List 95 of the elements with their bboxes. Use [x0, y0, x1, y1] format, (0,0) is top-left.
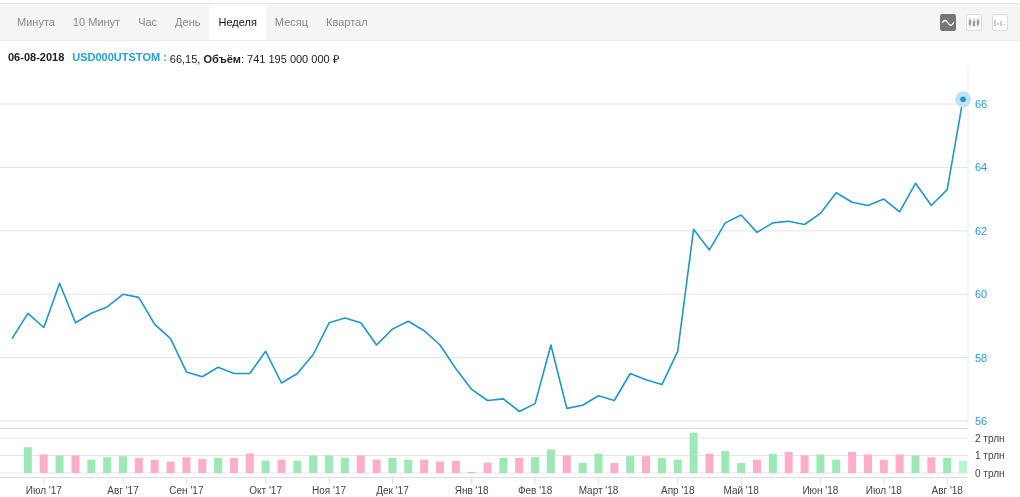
volume-bar	[705, 453, 714, 473]
axis-label: 58	[975, 351, 988, 364]
volume-bar	[673, 459, 682, 473]
axis-label: Янв '18	[454, 485, 489, 496]
volume-bar	[911, 455, 920, 473]
volume-bar	[626, 456, 635, 473]
volume-bar	[372, 459, 381, 473]
volume-bar	[309, 455, 318, 473]
hover-marker	[955, 91, 972, 108]
volume-bar	[895, 454, 904, 473]
volume-bar	[325, 455, 334, 473]
axis-label: Июл '18	[865, 485, 902, 496]
volume-bar	[198, 459, 207, 473]
volume-bar	[499, 457, 508, 473]
volume-bar	[55, 455, 64, 473]
volume-bar	[404, 459, 413, 473]
volume-bar	[737, 463, 746, 473]
axis-label: 60	[975, 288, 988, 301]
volume-bar	[848, 452, 857, 473]
volume-bar	[562, 455, 571, 473]
volume-bar	[420, 459, 429, 473]
volume-bar	[229, 457, 238, 473]
volume-bar	[863, 454, 872, 473]
axis-label: Авг '17	[107, 485, 139, 496]
volume-bar	[436, 461, 444, 473]
volume-bar	[879, 459, 888, 473]
period-tab[interactable]: Неделя	[209, 4, 266, 40]
axis-label: Дек '17	[376, 485, 409, 496]
axis-label: 2 трлн	[975, 433, 1005, 444]
volume-bar	[927, 457, 936, 473]
volume-bar	[119, 456, 127, 473]
volume-bar	[657, 457, 666, 473]
candlestick-icon	[968, 16, 980, 28]
volume-bar	[166, 461, 175, 473]
axis-label: 62	[975, 224, 988, 237]
volume-bar	[594, 453, 603, 473]
volume-bar	[610, 463, 619, 473]
volume-bar	[784, 452, 793, 473]
price-volume-text: 66,15, Объём: 741 195 000 000 ₽	[169, 52, 339, 65]
period-tab[interactable]: 10 Минут	[63, 4, 130, 40]
volume-bar	[689, 432, 698, 473]
volume-bar	[245, 453, 254, 473]
volume-bar	[816, 454, 825, 473]
period-tab[interactable]: День	[166, 4, 210, 40]
volume-bar	[800, 455, 809, 473]
volume-bar	[39, 454, 48, 473]
volume-bar	[642, 456, 651, 473]
volume-bar	[356, 455, 365, 473]
axis-label: Апр '18	[661, 485, 695, 496]
volume-bar	[87, 459, 96, 473]
volume-bar	[134, 457, 143, 473]
axis-label: 66	[975, 98, 988, 111]
volume-bar	[578, 463, 587, 473]
volume-bar	[768, 453, 777, 473]
volume-bar	[293, 460, 302, 473]
volume-bar	[23, 447, 32, 473]
axis-label: Май '18	[723, 485, 759, 496]
axis-label: 64	[975, 161, 988, 174]
volume-bar	[451, 460, 460, 473]
period-tab[interactable]: Час	[129, 4, 167, 40]
axis-label: Фев '18	[517, 485, 553, 496]
axis-label: Ноя '17	[312, 485, 347, 496]
volume-bar	[340, 457, 349, 473]
chart-type-button[interactable]	[940, 13, 956, 31]
volume-bar	[182, 457, 191, 473]
date-label: 06-08-2018	[8, 51, 65, 65]
volume-bar	[515, 457, 524, 473]
volume-bar	[546, 449, 555, 473]
period-tab[interactable]: Минута	[8, 4, 64, 40]
volume-bar	[103, 457, 112, 473]
axis-label: 0 трлн	[975, 468, 1005, 479]
axis-label: Март '18	[578, 485, 619, 496]
axis-label: Сен '17	[169, 485, 204, 496]
volume-bar	[721, 451, 730, 473]
volume-bar	[959, 460, 968, 473]
volume-bar	[150, 459, 159, 473]
period-tab[interactable]: Квартал	[317, 4, 377, 40]
volume-bar	[483, 462, 492, 473]
axis-label: Июл '17	[25, 485, 62, 496]
period-tab[interactable]: Месяц	[265, 4, 317, 40]
volume-bar	[531, 457, 540, 473]
volume-bar	[261, 460, 270, 473]
volume-bar	[943, 457, 952, 473]
volume-bar	[71, 455, 80, 473]
volume-bar	[753, 459, 761, 473]
ticker-label: USD000UTSTOM :	[72, 51, 167, 65]
volume-bar	[388, 457, 397, 473]
axis-label: Июн '18	[802, 485, 839, 496]
axis-label: Авг '18	[931, 485, 963, 496]
volume-bar	[277, 459, 286, 473]
axis-label: 1 трлн	[975, 450, 1005, 462]
axis-label: 56	[975, 415, 988, 428]
axis-label: Окт '17	[249, 485, 282, 496]
volume-bar	[832, 459, 841, 473]
volume-bar	[214, 457, 223, 473]
